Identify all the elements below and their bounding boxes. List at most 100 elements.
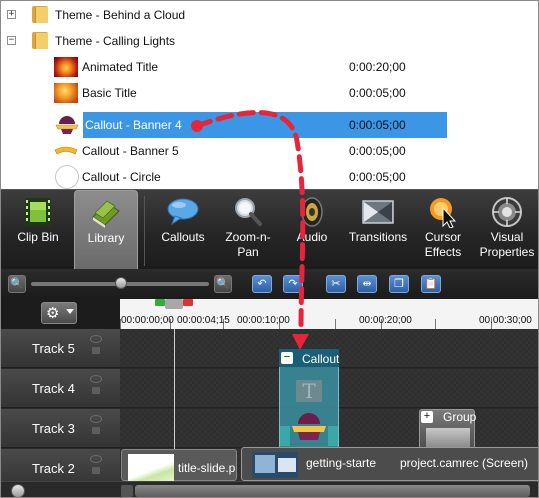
tool-transitions[interactable]: Transitions — [345, 190, 411, 270]
callout-clip-label: Callout — [302, 352, 340, 366]
animated-title-thumbnail-icon — [54, 57, 78, 77]
split-button[interactable]: ⇹ — [357, 275, 377, 293]
recording-clip-label: getting-starte — [306, 456, 377, 470]
chevron-down-icon — [66, 309, 74, 314]
copy-button[interactable]: ❐ — [389, 275, 409, 293]
eye-icon[interactable] — [90, 455, 102, 463]
selection-start-marker[interactable] — [155, 299, 165, 306]
basic-title-thumbnail-icon — [54, 83, 78, 103]
tool-zoom-n-pan[interactable]: Zoom-n- Pan — [215, 190, 281, 270]
tool-audio[interactable]: Audio — [281, 190, 343, 270]
timeline-ruler: ⚙ 00:00:00;00 00:00:04;15 00:00:10;00 00… — [1, 299, 538, 329]
tree-item-label: Callout - Banner 4 — [85, 118, 182, 132]
expand-group-button[interactable]: + — [421, 411, 433, 423]
title-slide-clip[interactable]: title-slide.p — [121, 449, 237, 482]
ruler-time-label: 00:00:20;00 — [359, 315, 412, 326]
tree-item-basic-title[interactable]: Basic Title 0:00:05;00 — [1, 80, 538, 106]
tool-label: Zoom-n- Pan — [225, 230, 271, 259]
speaker-icon — [301, 197, 323, 227]
tool-label: Transitions — [348, 230, 408, 244]
scroll-left-button[interactable] — [121, 485, 133, 497]
tab-label: Library — [87, 231, 125, 245]
track-name: Track 4 — [32, 381, 75, 396]
cursor-effects-icon — [430, 198, 457, 228]
scroll-zoom-handle[interactable] — [11, 484, 25, 497]
track-options-button[interactable]: ⚙ — [41, 302, 77, 324]
tab-library[interactable]: Library — [74, 190, 138, 270]
redo-button[interactable]: ↷ — [283, 275, 303, 293]
zoom-in-button[interactable]: 🔍 — [214, 275, 232, 293]
tree-item-callout-banner-5[interactable]: Callout - Banner 5 0:00:05;00 — [1, 138, 538, 164]
gear-icon: ⚙ — [46, 304, 60, 322]
ruler-time-label: 00:00:04;15 — [177, 315, 230, 326]
track-header-5[interactable]: Track 5 — [1, 329, 120, 368]
timeline-scrollbar[interactable] — [1, 481, 538, 497]
ribbon-callout-thumbnail-icon — [54, 146, 78, 155]
scrollbar-thumb[interactable] — [135, 485, 530, 497]
playhead-handle[interactable] — [165, 299, 183, 309]
transitions-icon — [362, 200, 394, 224]
film-icon — [25, 198, 51, 226]
visual-properties-icon — [492, 197, 522, 227]
tree-item-callout-banner-4[interactable]: Callout - Banner 4 0:00:05;00 — [1, 112, 538, 138]
tree-item-label: Basic Title — [82, 86, 137, 100]
tree-item-label: Theme - Behind a Cloud — [55, 8, 186, 22]
screen-recording-thumbnail-icon — [252, 452, 298, 478]
lock-icon[interactable] — [92, 387, 100, 394]
cut-button[interactable]: ✂ — [326, 275, 346, 293]
ruler-scale[interactable]: 00:00:00;00 00:00:04;15 00:00:10;00 00:0… — [120, 299, 538, 329]
group-clip[interactable]: + Group — [419, 409, 476, 449]
timeline-toolbar: 🔍 🔍 ↶ ↷ ✂ ⇹ ❐ 📋 — [1, 269, 538, 299]
tree-item-duration: 0:00:05;00 — [349, 144, 406, 158]
scissors-icon: ✂ — [331, 277, 341, 290]
redo-icon: ↷ — [288, 277, 298, 290]
track-header-3[interactable]: Track 3 — [1, 409, 120, 448]
folder-icon — [32, 32, 48, 49]
eye-icon[interactable] — [90, 415, 102, 423]
expand-toggle[interactable]: + — [7, 10, 16, 19]
tree-folder-behind-a-cloud[interactable]: + Theme - Behind a Cloud — [1, 2, 538, 28]
collapse-group-button[interactable]: − — [281, 352, 293, 364]
tree-item-animated-title[interactable]: Animated Title 0:00:20;00 — [1, 54, 538, 80]
tree-folder-calling-lights[interactable]: − Theme - Calling Lights — [1, 28, 538, 54]
eye-icon[interactable] — [90, 335, 102, 343]
magnifier-large-icon: 🔍 — [216, 277, 230, 290]
ruler-time-label: 00:00:30;00 — [479, 315, 532, 326]
eye-icon[interactable] — [90, 375, 102, 383]
banner-callout-thumbnail-icon — [55, 116, 79, 134]
tree-item-label: Callout - Circle — [82, 170, 161, 184]
tool-visual-properties[interactable]: Visual Properties — [475, 190, 538, 270]
title-slide-thumbnail — [128, 454, 174, 482]
tree-item-label: Animated Title — [82, 60, 159, 74]
selection-end-marker[interactable] — [183, 299, 193, 306]
folder-icon — [32, 6, 48, 23]
recording-clip[interactable]: getting-starte project.camrec (Screen) — [241, 447, 538, 481]
text-callout-icon: T — [296, 380, 322, 402]
undo-button[interactable]: ↶ — [252, 275, 272, 293]
speech-bubble-icon — [167, 198, 199, 226]
callout-group-clip[interactable]: − Callout T — [279, 349, 339, 449]
copy-icon: ❐ — [394, 277, 404, 290]
tree-item-label: Callout - Banner 5 — [82, 144, 179, 158]
lock-icon[interactable] — [92, 467, 100, 474]
tree-item-callout-circle[interactable]: Callout - Circle 0:00:05;00 — [1, 164, 538, 190]
lock-icon[interactable] — [92, 347, 100, 354]
zoom-out-button[interactable]: 🔍 — [8, 275, 26, 293]
track-header-4[interactable]: Track 4 — [1, 369, 120, 408]
tool-cursor-effects[interactable]: Cursor Effects — [413, 190, 473, 270]
zoom-slider[interactable] — [31, 277, 209, 289]
zoom-slider-thumb[interactable] — [115, 277, 127, 289]
tab-clip-bin[interactable]: Clip Bin — [5, 190, 71, 270]
group-thumbnail — [426, 428, 470, 448]
paste-icon: 📋 — [424, 277, 438, 290]
collapse-toggle[interactable]: − — [7, 36, 16, 45]
magnifier-icon — [235, 198, 262, 226]
tool-label: Callouts — [161, 230, 205, 244]
paste-button[interactable]: 📋 — [421, 275, 441, 293]
lock-icon[interactable] — [92, 427, 100, 434]
tool-callouts[interactable]: Callouts — [153, 190, 213, 270]
track-name: Track 2 — [32, 461, 75, 476]
tree-item-duration: 0:00:20;00 — [349, 60, 406, 74]
track-name: Track 5 — [32, 341, 75, 356]
timeline-tracks: Track 5 Track 4 Track 3 Track 2 − Callou… — [1, 329, 538, 488]
